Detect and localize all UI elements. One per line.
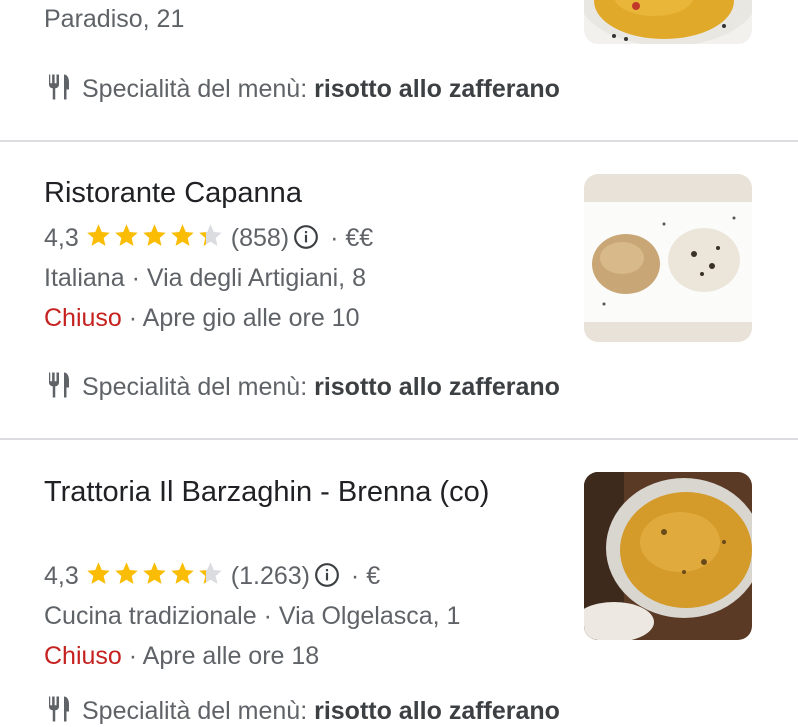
- utensils-icon: [47, 696, 69, 722]
- result-card-3[interactable]: Trattoria Il Barzaghin - Brenna (co) 4,3…: [0, 440, 798, 725]
- star-icon: [115, 562, 138, 584]
- separator: ·: [323, 224, 346, 252]
- star-icon: [115, 224, 138, 246]
- star-rating: [85, 222, 225, 249]
- star-rating: [85, 560, 225, 587]
- status-closed: Chiuso: [44, 304, 122, 332]
- pasta-and-risotto-plate-photo: [584, 174, 752, 342]
- result-photo[interactable]: [584, 0, 752, 44]
- star-icon: [199, 562, 222, 584]
- restaurant-name[interactable]: Trattoria Il Barzaghin - Brenna (co): [44, 472, 544, 512]
- separator: ·: [121, 304, 143, 332]
- category: Italiana: [44, 264, 125, 292]
- utensils-icon: [47, 372, 69, 398]
- hours-row: Chiuso · Apre gio alle ore 10: [44, 302, 359, 334]
- review-count[interactable]: (1.263): [231, 562, 310, 590]
- result-photo[interactable]: [584, 472, 752, 640]
- status-closed: Chiuso: [44, 642, 122, 670]
- address: Via Olgelasca, 1: [278, 602, 461, 630]
- separator: ·: [343, 562, 367, 590]
- opening-hours: Apre gio alle ore 10: [142, 304, 360, 332]
- separator: ·: [121, 642, 143, 670]
- result-photo[interactable]: [584, 174, 752, 342]
- rating-row: 4,3 (858) · €€: [44, 222, 373, 254]
- specialty-label: Specialità del menù:: [82, 75, 315, 103]
- price-level: €: [366, 562, 381, 590]
- star-icon: [199, 224, 222, 246]
- review-count[interactable]: (858): [231, 224, 289, 252]
- specialty-value: risotto allo zafferano: [314, 75, 560, 103]
- menu-specialty: Specialità del menù: risotto allo zaffer…: [44, 72, 560, 105]
- separator: ·: [124, 264, 147, 292]
- hours-row: Chiuso · Apre alle ore 18: [44, 640, 319, 672]
- menu-specialty: Specialità del menù: risotto allo zaffer…: [44, 694, 560, 727]
- utensils-icon: [47, 74, 69, 100]
- rating-row: 4,3 (1.263) · €: [44, 560, 380, 592]
- category: Cucina tradizionale: [44, 602, 257, 630]
- star-icon: [171, 224, 194, 246]
- saffron-risotto-bowl-photo: [584, 472, 752, 640]
- category-address-row: Italiana · Via degli Artigiani, 8: [44, 262, 366, 294]
- rating-value: 4,3: [44, 224, 79, 252]
- specialty-label: Specialità del menù:: [82, 697, 315, 725]
- restaurant-name[interactable]: Ristorante Capanna: [44, 174, 544, 212]
- specialty-value: risotto allo zafferano: [314, 697, 560, 725]
- result-card-1[interactable]: Paradiso, 21 Specialità del menù: risott…: [0, 0, 798, 140]
- specialty-value: risotto allo zafferano: [314, 373, 560, 401]
- opening-hours: Apre alle ore 18: [142, 642, 320, 670]
- price-level: €€: [345, 224, 374, 252]
- saffron-risotto-plate-photo: [584, 0, 752, 44]
- result-address: Paradiso, 21: [44, 5, 185, 33]
- menu-specialty: Specialità del menù: risotto allo zaffer…: [44, 370, 560, 403]
- star-icon: [87, 562, 110, 584]
- separator: ·: [256, 602, 279, 630]
- info-icon[interactable]: [293, 224, 319, 250]
- address: Via degli Artigiani, 8: [146, 264, 366, 292]
- category-address-row: Cucina tradizionale · Via Olgelasca, 1: [44, 600, 460, 632]
- result-card-2[interactable]: Ristorante Capanna 4,3 (858) · €€ Italian…: [0, 142, 798, 438]
- star-icon: [171, 562, 194, 584]
- star-icon: [143, 224, 166, 246]
- star-icon: [87, 224, 110, 246]
- rating-value: 4,3: [44, 562, 79, 590]
- specialty-label: Specialità del menù:: [82, 373, 315, 401]
- info-icon[interactable]: [314, 562, 340, 588]
- star-icon: [143, 562, 166, 584]
